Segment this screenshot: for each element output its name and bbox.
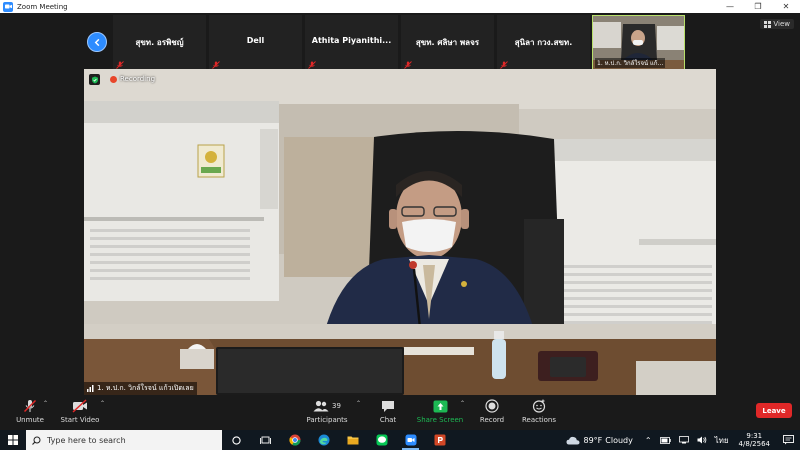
leave-button[interactable]: Leave [756, 403, 792, 418]
windows-logo-icon [8, 435, 18, 445]
file-explorer-taskbar-button[interactable] [338, 430, 367, 450]
zoom-app-icon [405, 434, 416, 446]
speaker-name-label: 1. ห.ป.ก. วิกล์ใรจน์ แก้วเปิดเลย [84, 382, 197, 395]
notifications-button[interactable] [776, 435, 800, 445]
reactions-button[interactable]: Reactions [509, 398, 569, 424]
thumbnail-participant-name: 1. ห.ป.ก. วิกล์ใรจน์ แก้... [595, 58, 666, 68]
recording-label: Recording [120, 75, 156, 83]
window-title: Zoom Meeting [17, 2, 68, 11]
security-shield-icon[interactable] [89, 74, 100, 85]
cloud-icon [566, 436, 580, 444]
reactions-label: Reactions [521, 416, 557, 424]
minimize-button[interactable]: — [716, 0, 744, 13]
video-options-caret-icon[interactable]: ⌃ [100, 400, 105, 407]
view-button[interactable]: View [760, 19, 794, 29]
clock-time: 9:31 [746, 432, 763, 440]
network-icon[interactable] [678, 436, 689, 444]
zoom-logo-icon [3, 1, 13, 12]
muted-microphone-icon [23, 399, 37, 413]
edge-taskbar-button[interactable] [309, 430, 338, 450]
line-taskbar-button[interactable] [367, 430, 396, 450]
share-screen-icon [433, 400, 447, 412]
active-speaker-thumbnail[interactable]: 1. ห.ป.ก. วิกล์ใรจน์ แก้... [592, 15, 685, 70]
reactions-smiley-icon [532, 399, 546, 413]
close-button[interactable]: ✕ [772, 0, 800, 13]
meeting-toolbar: Unmute ⌃ Start Video ⌃ 39 Participants ⌃… [0, 395, 800, 430]
system-tray: 89°F Cloudy ⌃ ไทย 9:31 4/8/2564 [566, 430, 800, 450]
view-label: View [773, 20, 790, 28]
unmute-label: Unmute [16, 416, 44, 424]
previous-page-button[interactable] [87, 32, 107, 52]
maximize-button[interactable]: ❐ [744, 0, 772, 13]
chrome-taskbar-button[interactable] [280, 430, 309, 450]
participant-name: สุขท. อรพิชญ์ [135, 38, 184, 47]
powerpoint-taskbar-button[interactable] [425, 430, 454, 450]
edge-icon [318, 434, 329, 446]
participant-name: Dell [246, 36, 265, 45]
start-video-label: Start Video [60, 416, 100, 424]
participant-tile[interactable]: Athita Piyanithi... [305, 15, 398, 70]
weather-temperature: 89°F [583, 435, 603, 445]
cortana-button[interactable] [222, 430, 251, 450]
participants-label: Participants [306, 416, 348, 424]
participants-icon [313, 400, 329, 412]
weather-description: Cloudy [605, 435, 633, 445]
show-hidden-icons-button[interactable]: ⌃ [645, 436, 652, 445]
share-screen-label: Share Screen [416, 416, 464, 424]
participants-count: 39 [332, 402, 341, 410]
chat-bubble-icon [382, 400, 394, 412]
clock-date: 4/8/2564 [738, 440, 770, 448]
speaker-video-frame [84, 69, 716, 395]
line-app-icon [376, 434, 387, 446]
main-speaker-video: Recording 1. ห.ป.ก. วิกล์ใรจน์ แก้วเปิดเ… [84, 69, 716, 395]
chat-button[interactable]: Chat [358, 398, 418, 424]
audio-level-icon [87, 385, 94, 392]
participant-name: สุขท. ศลิษา พลจร [415, 38, 480, 47]
taskbar-search-box[interactable]: Type here to search [26, 430, 222, 450]
start-button[interactable] [0, 430, 26, 450]
zoom-taskbar-button[interactable] [396, 430, 425, 450]
recording-dot-icon [110, 75, 117, 83]
weather-widget[interactable]: 89°F Cloudy [566, 435, 633, 445]
participant-name: สุนิลา กวง.สขท. [514, 38, 573, 47]
participant-tile[interactable]: สุนิลา กวง.สขท. [497, 15, 590, 70]
chevron-left-icon [94, 38, 99, 46]
participant-tile[interactable]: Dell [209, 15, 302, 70]
muted-mic-icon [308, 61, 316, 69]
search-placeholder: Type here to search [47, 435, 126, 445]
cortana-circle-icon [232, 435, 241, 445]
muted-mic-icon [404, 61, 412, 69]
task-view-button[interactable] [251, 430, 280, 450]
windows-taskbar: Type here to search 89°F Cloudy ⌃ ไทย 9:… [0, 430, 800, 450]
recording-indicator: Recording [110, 75, 155, 83]
task-view-icon [260, 436, 271, 444]
speaker-name: 1. ห.ป.ก. วิกล์ใรจน์ แก้วเปิดเลย [97, 384, 194, 392]
meeting-stage: สุขท. อรพิชญ์ Dell Athita Piyanithi... ส… [0, 13, 800, 395]
audio-options-caret-icon[interactable]: ⌃ [43, 400, 48, 407]
folder-icon [347, 436, 358, 445]
notification-center-icon [782, 435, 794, 445]
taskbar-clock[interactable]: 9:31 4/8/2564 [739, 432, 770, 448]
muted-mic-icon [212, 61, 220, 69]
record-label: Record [479, 416, 505, 424]
title-bar: Zoom Meeting — ❐ ✕ [0, 0, 800, 13]
chrome-icon [288, 434, 301, 446]
muted-mic-icon [500, 61, 508, 69]
participants-button[interactable]: 39 Participants [297, 398, 357, 424]
record-icon [485, 399, 499, 413]
volume-icon[interactable] [697, 436, 707, 444]
video-off-icon [72, 399, 87, 413]
input-language-indicator[interactable]: ไทย [715, 434, 729, 447]
search-icon [32, 436, 41, 445]
participant-tile[interactable]: สุขท. ศลิษา พลจร [401, 15, 494, 70]
powerpoint-icon [434, 434, 445, 446]
grid-view-icon [764, 20, 772, 28]
battery-icon[interactable] [659, 436, 671, 444]
muted-mic-icon [116, 61, 124, 69]
participant-name: Athita Piyanithi... [311, 36, 392, 45]
chat-label: Chat [379, 416, 397, 424]
participant-tile[interactable]: สุขท. อรพิชญ์ [113, 15, 206, 70]
